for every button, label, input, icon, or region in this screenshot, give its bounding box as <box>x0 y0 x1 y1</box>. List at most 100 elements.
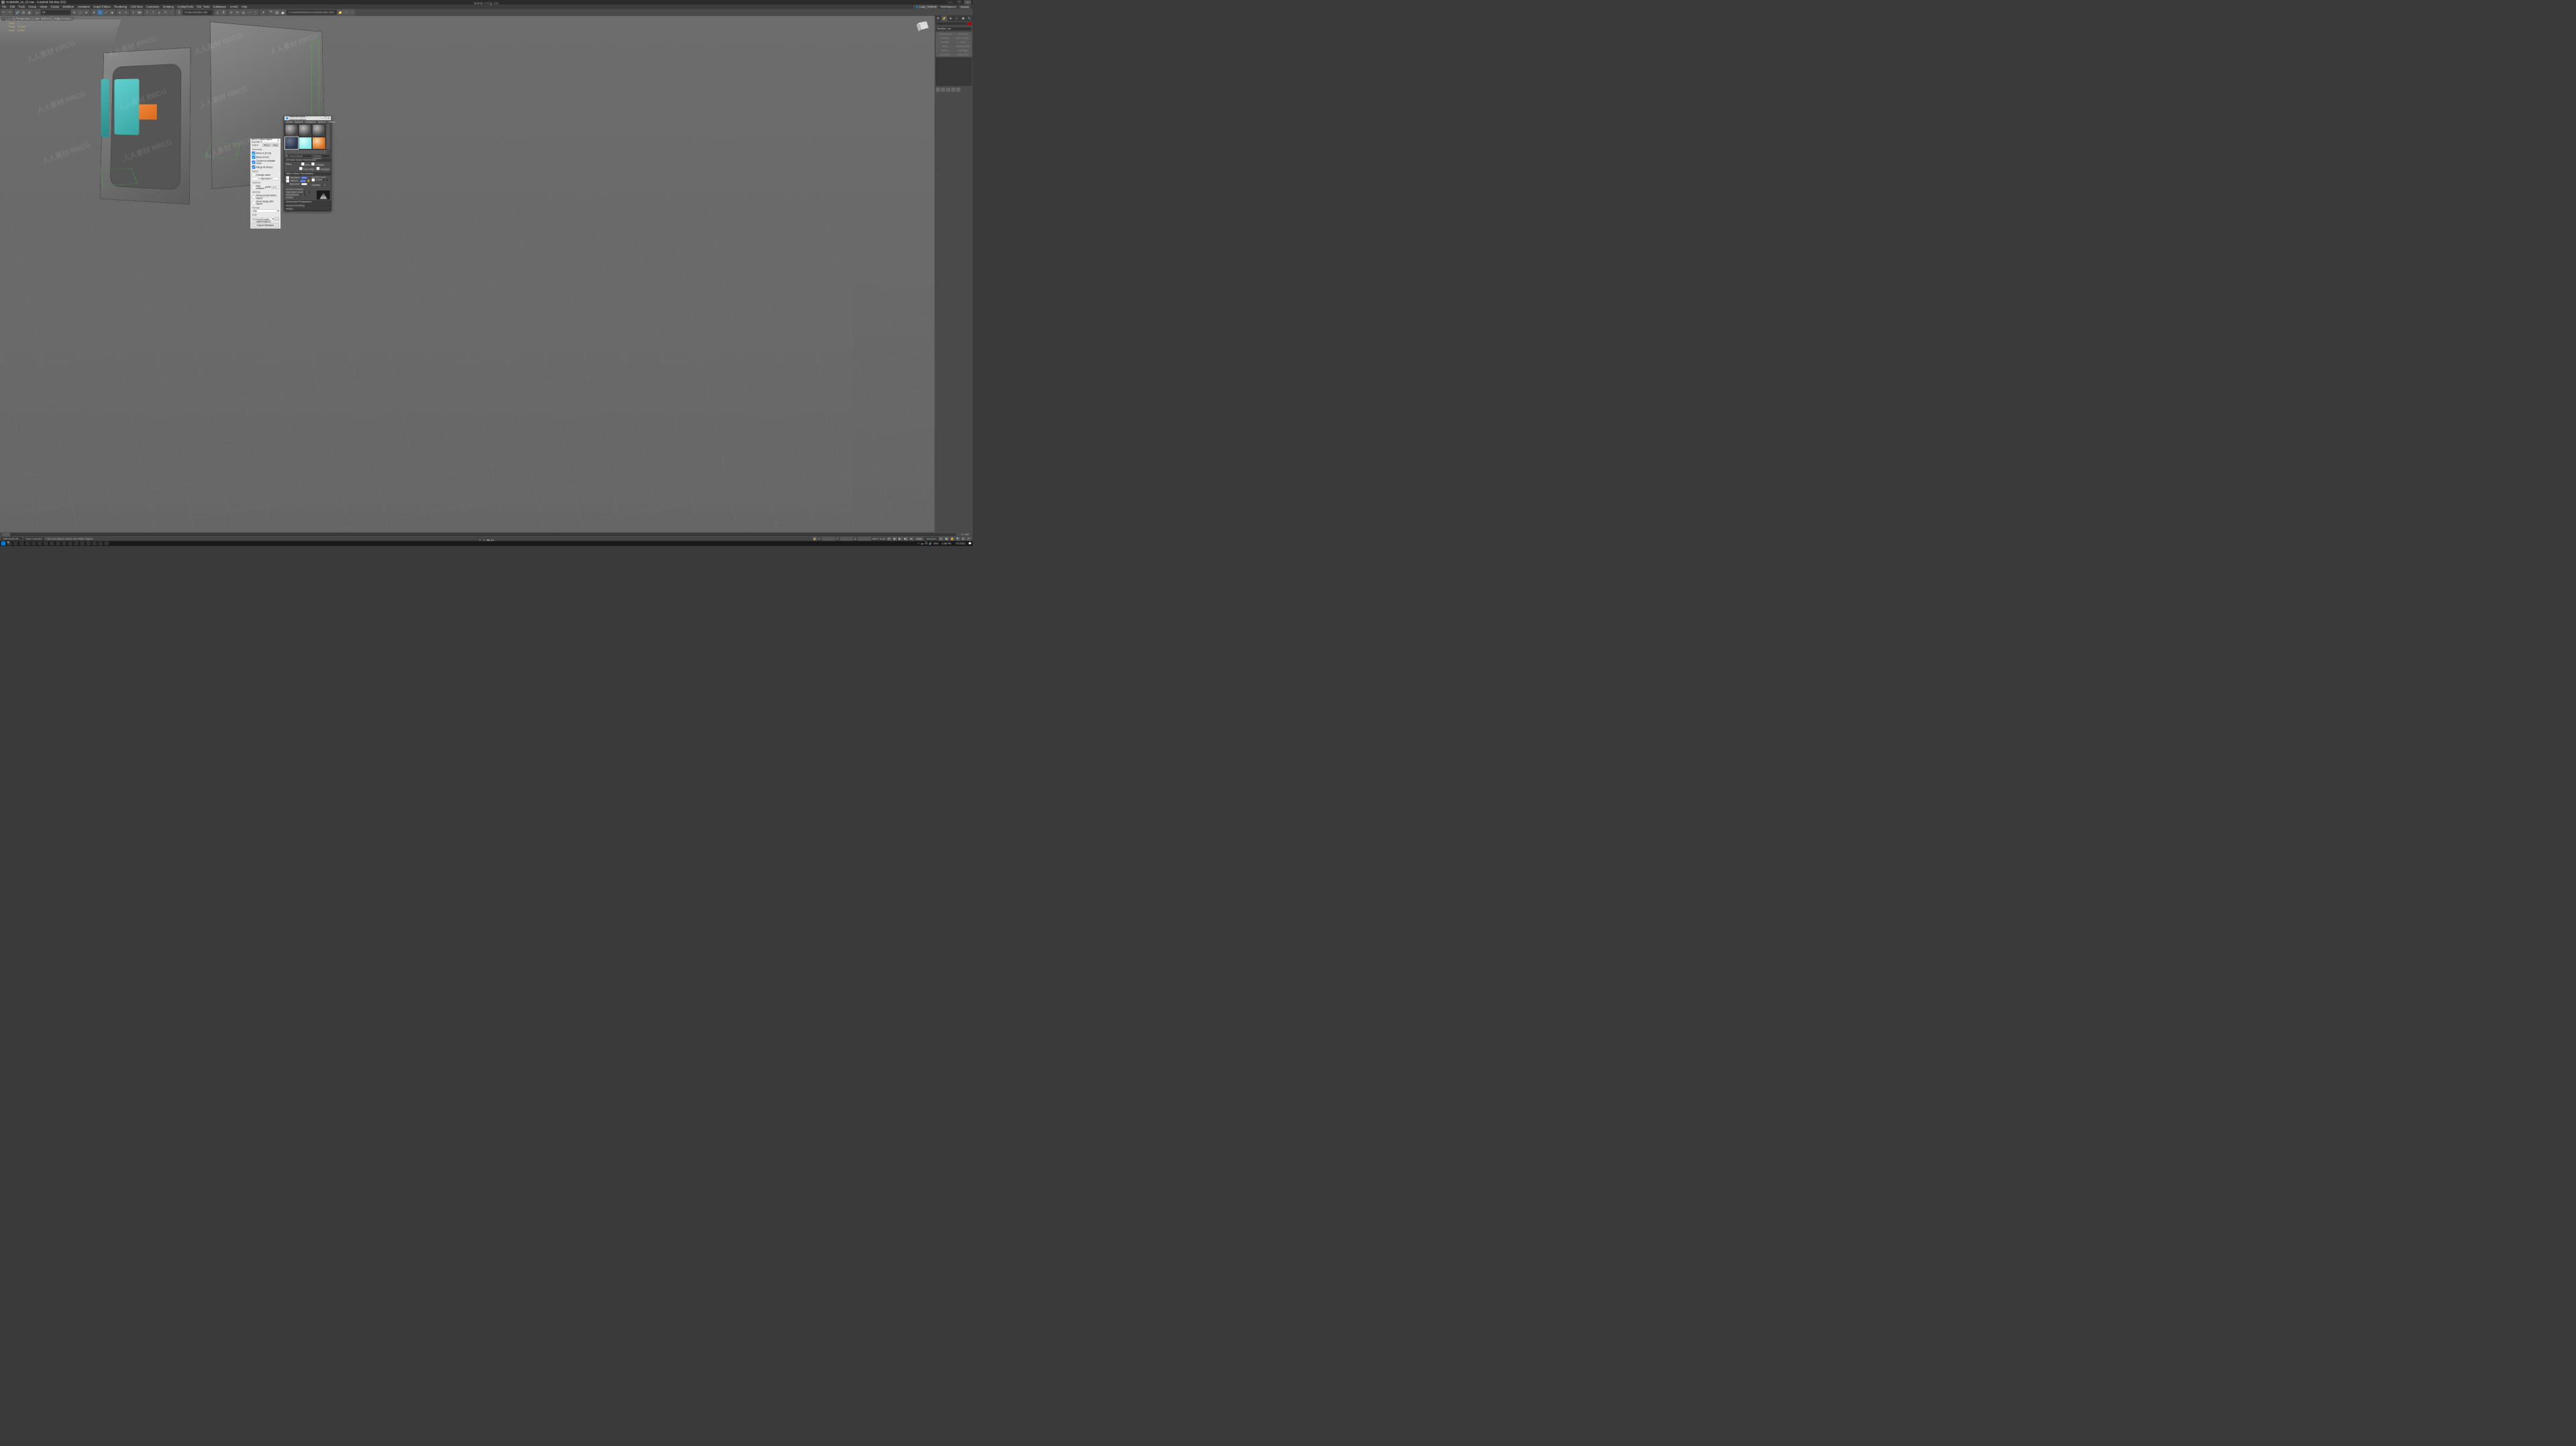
mated-menu-util[interactable]: Utilities <box>327 121 335 123</box>
tb-app-7[interactable] <box>56 541 60 545</box>
si-value[interactable]: 0 <box>323 178 328 181</box>
bind-button[interactable]: ◧ <box>27 9 32 15</box>
qb-ffd[interactable]: FFD Map <box>954 48 971 52</box>
name-prefix-input[interactable] <box>252 177 258 180</box>
vpnav-4[interactable]: ⤢ <box>967 537 971 541</box>
keyboard-short-button[interactable]: ⌨ <box>137 9 142 15</box>
chk-move[interactable]: Move to [0,0,0] <box>252 152 279 155</box>
mated-tool-10[interactable] <box>319 150 323 154</box>
menu-file[interactable]: File <box>2 5 7 9</box>
project-path-display[interactable]: C:\Users\lVeto\Documents\3ds Max 2021 <box>286 10 337 15</box>
layer-button[interactable]: ☱ <box>229 9 234 15</box>
menu-group[interactable]: Group <box>28 5 36 9</box>
mated-close-icon[interactable]: ✕ <box>327 117 330 119</box>
menu-arnold[interactable]: Arnold <box>230 5 238 9</box>
name-suffix-input[interactable] <box>273 177 279 180</box>
batch-exporter-dialog[interactable]: Ben's Custom Batch Exporter 5 ✕ v1.8.3 A… <box>250 139 280 229</box>
link-button[interactable]: 🔗 <box>15 9 20 15</box>
stack-unique-icon[interactable] <box>946 88 950 92</box>
render-frame-button[interactable]: 🖼 <box>274 9 280 15</box>
mated-tool-11[interactable] <box>323 150 326 154</box>
scene-explorer-button[interactable]: ☰ <box>235 9 240 15</box>
coord-x-input[interactable] <box>822 537 835 541</box>
tb-app-2[interactable] <box>25 541 30 545</box>
qb-mirror[interactable]: Mirror <box>936 48 953 52</box>
path-browse-button[interactable]: ... <box>274 217 279 221</box>
mirror-button[interactable]: ◫ <box>215 9 220 15</box>
tb-app-11[interactable] <box>80 541 85 545</box>
perspective-viewport[interactable]: + [ + ] [ Perspective ] [ User Defined ]… <box>0 15 934 532</box>
select-filter-dropdown[interactable]: All <box>40 10 70 15</box>
sample-slot-6[interactable] <box>313 137 326 149</box>
render-button[interactable]: ☕ <box>280 9 286 15</box>
play-start-icon[interactable]: ⏮ <box>888 537 892 541</box>
tab-motion[interactable]: ◐ <box>954 15 960 21</box>
tb-app-3[interactable] <box>32 541 36 545</box>
chk-2sided[interactable]: 2-Sided <box>311 162 324 166</box>
spec-level-spin[interactable]: 25 <box>305 191 310 194</box>
named-selection-dropdown[interactable]: Create Selection Set <box>182 10 213 15</box>
menu-rsi[interactable]: RSI_Tools <box>197 5 209 9</box>
stack-config-icon[interactable] <box>956 88 960 92</box>
chk-diff[interactable] <box>286 179 289 182</box>
opacity-value[interactable]: 100 <box>322 184 327 186</box>
menu-civilview[interactable]: Civil View <box>131 5 143 9</box>
exporter-about-button[interactable]: About <box>262 144 271 147</box>
material-type-button[interactable]: Standard (Legacy) <box>313 154 330 158</box>
tb-app-1[interactable] <box>19 541 24 545</box>
menu-rendering[interactable]: Rendering <box>114 5 127 9</box>
export-selection-button[interactable]: Export Selection <box>252 223 279 227</box>
redo-button[interactable]: ↷ <box>7 9 13 15</box>
lock-icon[interactable]: 🔒 <box>307 180 311 182</box>
workspace-dropdown[interactable]: Default <box>959 5 971 9</box>
menu-edit[interactable]: Edit <box>10 5 15 9</box>
stack-pin-icon[interactable] <box>936 88 940 92</box>
render-setup-button[interactable]: 🎬 <box>268 9 274 15</box>
snap-2d-button[interactable]: 2 <box>144 9 150 15</box>
play-icon[interactable]: ▶ <box>898 537 902 541</box>
mated-side-4[interactable] <box>327 135 330 138</box>
mated-side-2[interactable] <box>327 128 330 131</box>
qb-sweep[interactable]: Sweep Pro <box>954 53 971 56</box>
maxscript-mini[interactable]: MAXScript Mi... <box>1 537 22 541</box>
mated-tool-1[interactable] <box>285 150 288 154</box>
lock-selection-icon[interactable]: 🔒 <box>813 537 817 541</box>
mated-menu-modes[interactable]: Modes <box>286 121 292 123</box>
tb-app-6[interactable] <box>50 541 54 545</box>
tab-hierarchy[interactable]: ◈ <box>947 15 953 21</box>
chk-prompt[interactable]: Show prompt before export <box>252 194 279 200</box>
select-rect-button[interactable]: ▢ <box>78 9 83 15</box>
collision-prefix-input[interactable]: UCX_ <box>271 186 278 188</box>
mated-eyedrop-icon[interactable]: ✎ <box>286 155 288 158</box>
soften-spin[interactable]: 0.3 <box>295 197 301 199</box>
chk-wire[interactable]: Wire <box>301 162 311 166</box>
qb-relax[interactable]: Relax <box>936 44 953 48</box>
material-name-input[interactable]: volumematsel1 <box>288 154 311 158</box>
tb-app-4[interactable] <box>38 541 42 545</box>
chk-merge[interactable]: Merge All Nodes <box>252 166 279 169</box>
tb-app-15[interactable] <box>105 541 109 545</box>
tray-notif-icon[interactable]: 💬 <box>969 542 972 545</box>
object-color-swatch[interactable] <box>968 22 971 25</box>
mated-menu-nav[interactable]: Navigation <box>305 121 316 123</box>
window-crossing-button[interactable]: ⊞ <box>84 9 89 15</box>
exporter-close-icon[interactable]: ✕ <box>277 139 280 142</box>
menu-substance[interactable]: Substance <box>213 5 227 9</box>
qb-unwrap[interactable]: Unwrap UVW <box>954 44 971 48</box>
tb-app-13[interactable] <box>92 541 97 545</box>
tray-net-icon[interactable]: 🖧 <box>924 541 927 545</box>
mated-side-5[interactable] <box>327 139 330 142</box>
menu-scripting[interactable]: Scripting <box>163 5 174 9</box>
coord-z-input[interactable] <box>858 537 871 541</box>
menu-tools[interactable]: Tools <box>18 5 25 9</box>
minimize-button[interactable]: — <box>947 0 954 4</box>
tray-cloud-icon[interactable]: ☁ <box>920 542 923 545</box>
menu-create[interactable]: Create <box>51 5 59 9</box>
viewcube[interactable] <box>914 17 931 35</box>
sample-slot-3[interactable] <box>313 124 326 136</box>
diffuse-swatch[interactable] <box>300 180 306 182</box>
select-by-name-button[interactable]: ☰ <box>71 9 76 15</box>
viewport-label[interactable]: [ + ] [ Perspective ] [ User Defined ] [… <box>7 17 74 21</box>
editnamed-button[interactable]: {} <box>176 9 182 15</box>
snap-angle-button[interactable]: ∡ <box>156 9 162 15</box>
